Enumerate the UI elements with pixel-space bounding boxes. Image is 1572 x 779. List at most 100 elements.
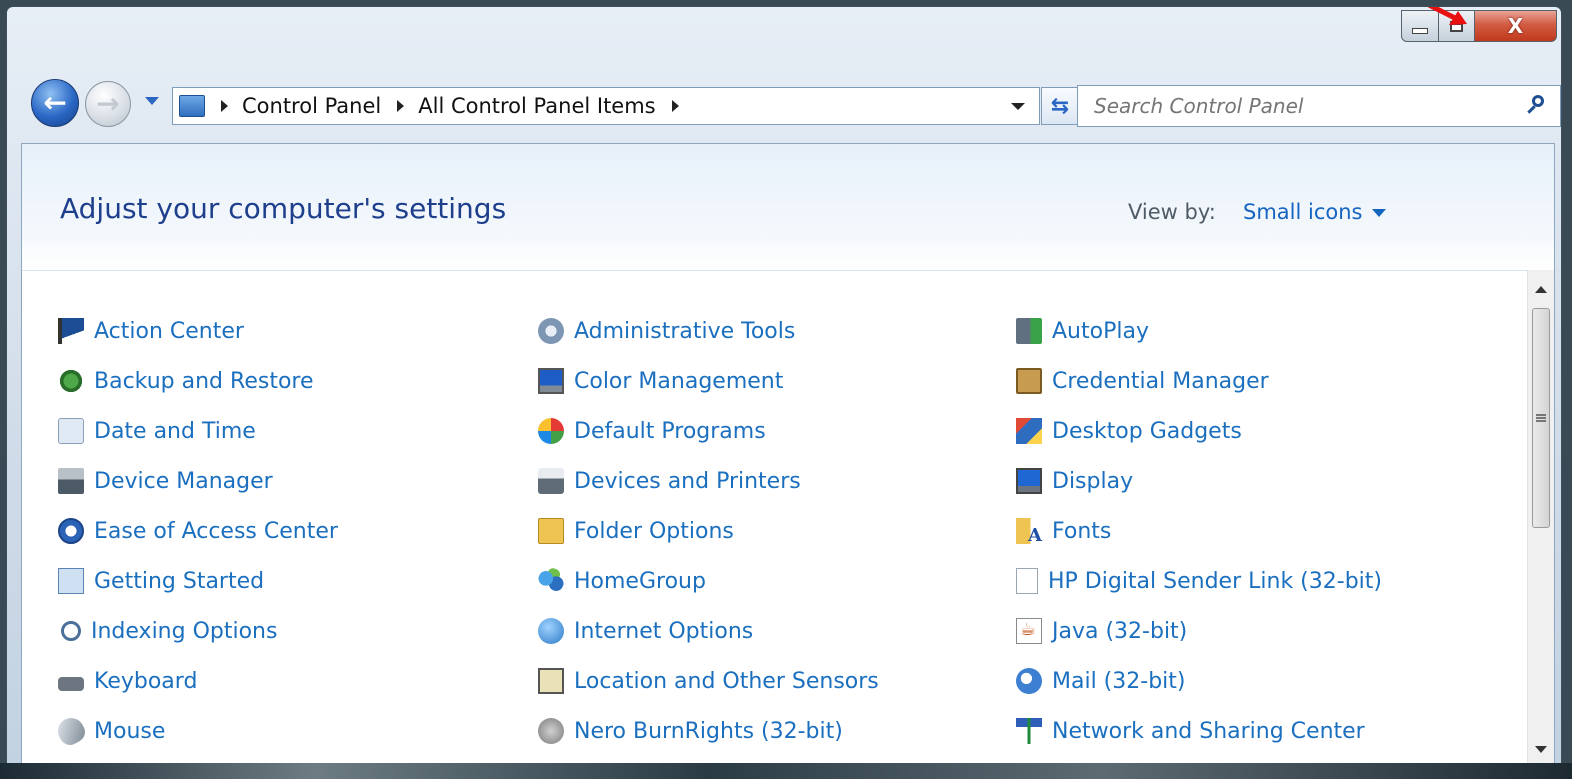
scroll-up-button[interactable] bbox=[1528, 276, 1554, 302]
item-label[interactable]: Location and Other Sensors bbox=[574, 669, 879, 694]
item-label[interactable]: Desktop Gadgets bbox=[1052, 419, 1242, 444]
item-label[interactable]: Getting Started bbox=[94, 569, 264, 594]
item-label[interactable]: Fonts bbox=[1052, 519, 1111, 544]
item-devices-and-printers[interactable]: Devices and Printers bbox=[538, 466, 801, 496]
breadcrumb-control-panel[interactable]: Control Panel bbox=[242, 94, 381, 118]
item-label[interactable]: Credential Manager bbox=[1052, 369, 1269, 394]
backup-icon bbox=[58, 368, 84, 394]
credential-icon bbox=[1016, 368, 1042, 394]
item-color-management[interactable]: Color Management bbox=[538, 366, 783, 396]
item-label[interactable]: HP Digital Sender Link (32-bit) bbox=[1048, 569, 1382, 594]
address-bar[interactable]: Control Panel All Control Panel Items bbox=[172, 87, 1040, 125]
item-internet-options[interactable]: Internet Options bbox=[538, 616, 753, 646]
item-label[interactable]: Date and Time bbox=[94, 419, 256, 444]
navigation-bar: ← → Control Panel All Control Panel Item… bbox=[27, 77, 1561, 127]
item-fonts[interactable]: Fonts bbox=[1016, 516, 1111, 546]
item-ease-of-access[interactable]: Ease of Access Center bbox=[58, 516, 338, 546]
item-autoplay[interactable]: AutoPlay bbox=[1016, 316, 1149, 346]
item-label[interactable]: Display bbox=[1052, 469, 1133, 494]
item-display[interactable]: Display bbox=[1016, 466, 1133, 496]
item-java[interactable]: Java (32-bit) bbox=[1016, 616, 1187, 646]
java-icon bbox=[1016, 618, 1042, 644]
item-action-center[interactable]: Action Center bbox=[58, 316, 244, 346]
item-hp-digital-sender[interactable]: HP Digital Sender Link (32-bit) bbox=[1016, 566, 1382, 596]
view-by-label: View by: bbox=[1128, 200, 1216, 224]
homegroup-icon bbox=[538, 568, 564, 594]
item-label[interactable]: Mail (32-bit) bbox=[1052, 669, 1185, 694]
item-nero-burnrights[interactable]: Nero BurnRights (32-bit) bbox=[538, 716, 843, 746]
item-date-and-time[interactable]: Date and Time bbox=[58, 416, 256, 446]
chevron-down-icon[interactable] bbox=[1372, 209, 1387, 217]
item-indexing-options[interactable]: Indexing Options bbox=[58, 616, 277, 646]
item-label[interactable]: Default Programs bbox=[574, 419, 766, 444]
item-mail[interactable]: Mail (32-bit) bbox=[1016, 666, 1185, 696]
printer-icon bbox=[538, 468, 564, 494]
item-label[interactable]: Device Manager bbox=[94, 469, 273, 494]
scroll-thumb[interactable] bbox=[1532, 308, 1550, 528]
breadcrumb-separator[interactable] bbox=[671, 100, 679, 112]
breadcrumb-separator[interactable] bbox=[397, 100, 405, 112]
sensor-icon bbox=[538, 668, 564, 694]
item-label[interactable]: HomeGroup bbox=[574, 569, 706, 594]
item-label[interactable]: Administrative Tools bbox=[574, 319, 795, 344]
item-label[interactable]: Internet Options bbox=[574, 619, 753, 644]
refresh-button[interactable]: ⇆ bbox=[1041, 87, 1079, 125]
display-icon bbox=[1016, 468, 1042, 494]
item-label[interactable]: Folder Options bbox=[574, 519, 734, 544]
item-mouse[interactable]: Mouse bbox=[53, 713, 165, 749]
item-network-sharing[interactable]: Network and Sharing Center bbox=[1016, 716, 1365, 746]
item-homegroup[interactable]: HomeGroup bbox=[538, 566, 706, 596]
item-location-sensors[interactable]: Location and Other Sensors bbox=[538, 666, 879, 696]
item-label[interactable]: Nero BurnRights (32-bit) bbox=[574, 719, 843, 744]
scroll-down-button[interactable] bbox=[1528, 736, 1554, 762]
item-label[interactable]: AutoPlay bbox=[1052, 319, 1149, 344]
forward-button[interactable]: → bbox=[85, 81, 131, 127]
search-icon[interactable] bbox=[1526, 95, 1548, 117]
item-label[interactable]: Action Center bbox=[94, 319, 244, 344]
color-monitor-icon bbox=[538, 368, 564, 394]
back-button[interactable]: ← bbox=[31, 79, 79, 127]
view-by-dropdown[interactable]: Small icons bbox=[1243, 200, 1387, 224]
network-icon bbox=[1016, 718, 1042, 744]
search-input[interactable] bbox=[1092, 90, 1526, 122]
mail-icon bbox=[1016, 668, 1042, 694]
close-icon: X bbox=[1507, 14, 1524, 38]
item-label[interactable]: Backup and Restore bbox=[94, 369, 314, 394]
breadcrumb-all-items[interactable]: All Control Panel Items bbox=[418, 94, 655, 118]
item-backup-and-restore[interactable]: Backup and Restore bbox=[58, 366, 314, 396]
item-keyboard[interactable]: Keyboard bbox=[58, 666, 197, 696]
close-button[interactable]: X bbox=[1475, 10, 1557, 42]
item-administrative-tools[interactable]: Administrative Tools bbox=[538, 316, 795, 346]
item-label[interactable]: Network and Sharing Center bbox=[1052, 719, 1365, 744]
item-folder-options[interactable]: Folder Options bbox=[538, 516, 734, 546]
item-credential-manager[interactable]: Credential Manager bbox=[1016, 366, 1269, 396]
breadcrumb-separator[interactable] bbox=[221, 100, 228, 112]
item-device-manager[interactable]: Device Manager bbox=[58, 466, 273, 496]
item-label[interactable]: Indexing Options bbox=[91, 619, 277, 644]
item-label[interactable]: Keyboard bbox=[94, 669, 197, 694]
autoplay-icon bbox=[1016, 318, 1042, 344]
control-panel-icon bbox=[179, 95, 205, 117]
minimize-icon bbox=[1412, 28, 1428, 34]
item-label[interactable]: Mouse bbox=[94, 719, 165, 744]
view-by-value[interactable]: Small icons bbox=[1243, 200, 1362, 224]
vertical-scrollbar[interactable] bbox=[1527, 270, 1554, 768]
item-label[interactable]: Color Management bbox=[574, 369, 783, 394]
item-getting-started[interactable]: Getting Started bbox=[58, 566, 264, 596]
gadgets-icon bbox=[1016, 418, 1042, 444]
flag-icon bbox=[58, 318, 84, 344]
blank-document-icon bbox=[1016, 568, 1038, 594]
address-history-dropdown[interactable] bbox=[1011, 103, 1025, 110]
item-desktop-gadgets[interactable]: Desktop Gadgets bbox=[1016, 416, 1242, 446]
fonts-icon bbox=[1016, 518, 1042, 546]
item-default-programs[interactable]: Default Programs bbox=[538, 416, 766, 446]
refresh-icon: ⇆ bbox=[1050, 93, 1070, 119]
forward-arrow-icon: → bbox=[96, 87, 120, 120]
recent-pages-dropdown[interactable] bbox=[145, 97, 159, 105]
item-label[interactable]: Ease of Access Center bbox=[94, 519, 338, 544]
search-box[interactable] bbox=[1077, 85, 1561, 127]
mouse-icon bbox=[53, 713, 89, 749]
item-label[interactable]: Devices and Printers bbox=[574, 469, 801, 494]
globe-icon bbox=[538, 618, 564, 644]
item-label[interactable]: Java (32-bit) bbox=[1052, 619, 1187, 644]
